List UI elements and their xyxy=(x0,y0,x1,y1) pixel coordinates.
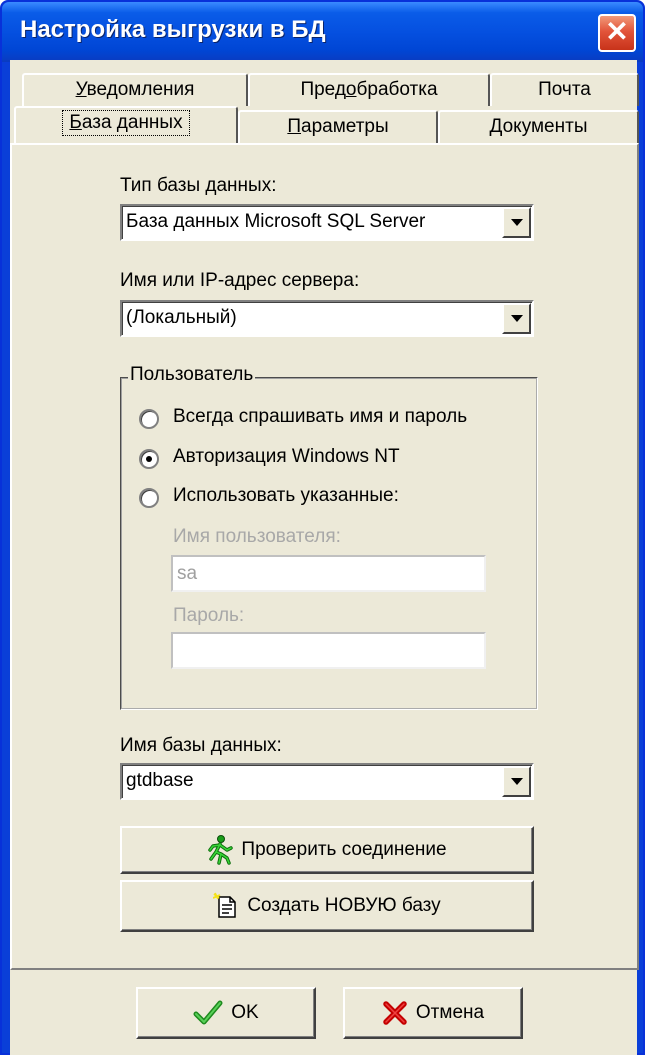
server-value: (Локальный) xyxy=(126,307,237,328)
db-type-select[interactable]: База данных Microsoft SQL Server xyxy=(120,204,534,241)
tab-documents[interactable]: Документы xyxy=(438,110,639,143)
chevron-down-icon xyxy=(511,219,523,226)
db-name-dropdown-button[interactable] xyxy=(502,766,531,797)
chevron-down-icon xyxy=(511,778,523,785)
running-man-icon xyxy=(208,835,234,865)
tab-preprocessing[interactable]: Предобработка xyxy=(248,73,490,106)
ok-label: OK xyxy=(231,1002,259,1023)
radio-use-specified[interactable] xyxy=(139,488,159,508)
ok-button[interactable]: OK xyxy=(136,987,316,1039)
cancel-button[interactable]: Отмена xyxy=(343,987,523,1039)
db-type-value: База данных Microsoft SQL Server xyxy=(126,211,426,232)
username-label: Имя пользователя: xyxy=(173,526,341,547)
create-db-label: Создать НОВУЮ базу xyxy=(247,895,441,916)
server-select[interactable]: (Локальный) xyxy=(120,300,534,337)
radio-windows-nt[interactable] xyxy=(139,449,159,469)
server-label: Имя или IP-адрес сервера: xyxy=(120,270,360,291)
red-x-icon xyxy=(383,1001,407,1025)
user-group-title: Пользователь xyxy=(128,364,256,386)
password-field[interactable] xyxy=(171,632,486,669)
username-value: sa xyxy=(177,563,198,584)
server-dropdown-button[interactable] xyxy=(502,303,531,334)
radio-use-specified-label[interactable]: Использовать указанные: xyxy=(173,485,399,507)
chevron-down-icon xyxy=(511,315,523,322)
tab-mail[interactable]: Почта xyxy=(490,73,639,106)
radio-windows-nt-label[interactable]: Авторизация Windows NT xyxy=(173,446,400,468)
tab-parameters[interactable]: Параметры xyxy=(238,110,438,143)
title-bar[interactable]: Настройка выгрузки в БД ✕ xyxy=(2,2,643,62)
tab-notifications[interactable]: Уведомления xyxy=(22,73,248,106)
test-connection-button[interactable]: Проверить соединение xyxy=(120,826,534,874)
db-name-value: gtdbase xyxy=(126,770,194,791)
tab-database[interactable]: База данных xyxy=(14,106,238,145)
password-label: Пароль: xyxy=(173,605,245,626)
radio-always-ask[interactable] xyxy=(139,409,159,429)
db-type-dropdown-button[interactable] xyxy=(502,207,531,238)
close-button[interactable]: ✕ xyxy=(598,14,636,52)
radio-always-ask-label[interactable]: Всегда спрашивать имя и пароль xyxy=(173,406,467,428)
close-icon: ✕ xyxy=(605,16,629,47)
radio-selected-dot xyxy=(146,456,152,462)
create-db-button[interactable]: Создать НОВУЮ базу xyxy=(120,880,534,932)
cancel-label: Отмена xyxy=(415,1002,485,1023)
test-connection-label: Проверить соединение xyxy=(241,839,447,860)
window-title: Настройка выгрузки в БД xyxy=(20,16,326,43)
db-type-label: Тип базы данных: xyxy=(120,175,277,196)
db-name-select[interactable]: gtdbase xyxy=(120,763,534,800)
new-document-icon xyxy=(213,892,237,918)
db-name-label: Имя базы данных: xyxy=(120,735,282,756)
username-field[interactable]: sa xyxy=(171,555,486,592)
checkmark-icon xyxy=(193,1000,223,1025)
